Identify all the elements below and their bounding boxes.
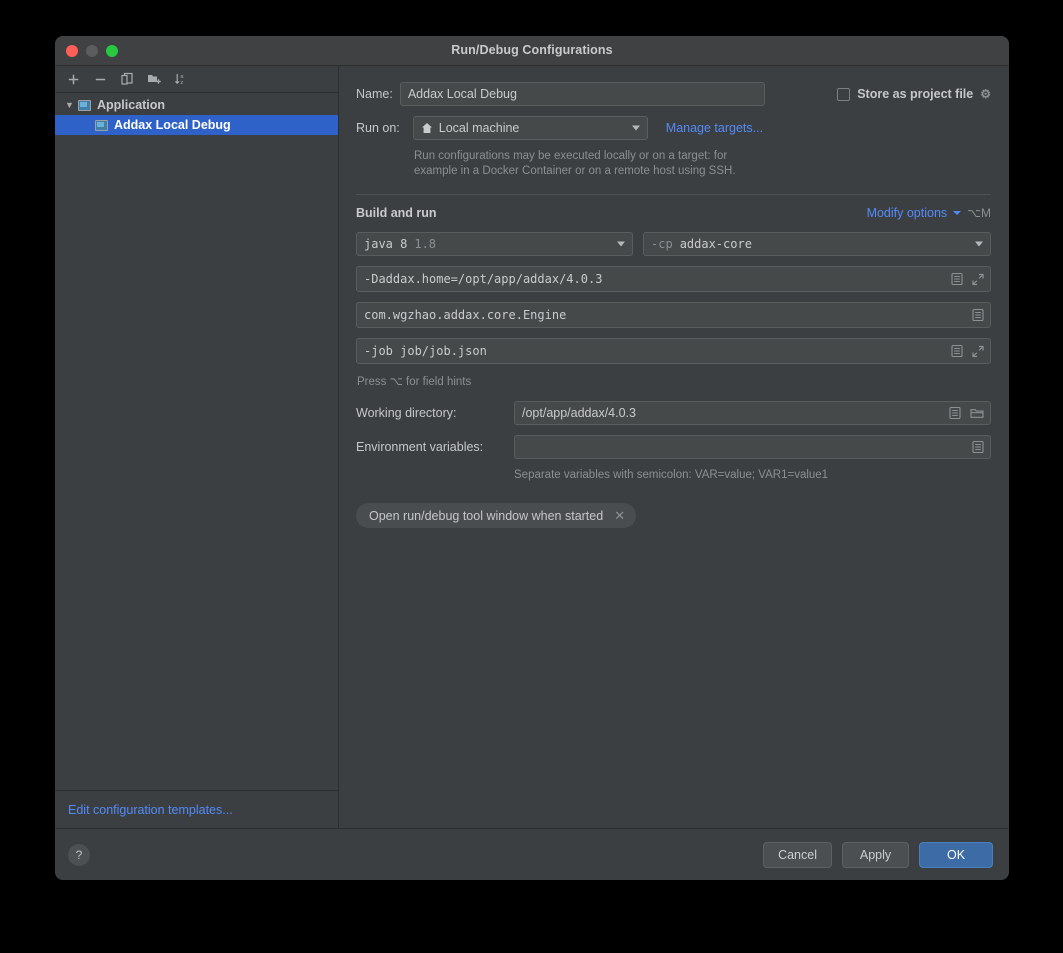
name-row: Name: Addax Local Debug Store as project… <box>356 82 991 106</box>
chevron-down-icon[interactable]: ▼ <box>63 100 76 110</box>
macro-list-icon[interactable] <box>951 273 963 286</box>
ok-button[interactable]: OK <box>919 842 993 868</box>
macro-list-icon[interactable] <box>972 309 984 322</box>
environment-variables-hint: Separate variables with semicolon: VAR=v… <box>514 469 991 481</box>
save-configuration-icon[interactable] <box>142 68 166 90</box>
cancel-button[interactable]: Cancel <box>763 842 832 868</box>
working-directory-actions <box>949 407 984 420</box>
add-configuration-button[interactable] <box>61 68 85 90</box>
environment-variables-row: Environment variables: <box>356 435 991 459</box>
build-and-run-header: Build and run Modify options ⌥M <box>356 206 991 220</box>
environment-variables-input[interactable] <box>514 435 991 459</box>
run-on-hint-line-1: Run configurations may be executed local… <box>414 149 991 164</box>
sidebar-item-addax-local-debug[interactable]: Addax Local Debug <box>55 115 338 135</box>
jdk-and-classpath-row: java 8 1.8 -cp addax-core <box>356 232 991 256</box>
program-arguments-input[interactable]: -job job/job.json <box>356 338 991 364</box>
vm-options-value: -Daddax.home=/opt/app/addax/4.0.3 <box>364 272 602 286</box>
vm-options-actions <box>951 273 984 286</box>
main-class-input[interactable]: com.wgzhao.addax.core.Engine <box>356 302 991 328</box>
tag-label: Open run/debug tool window when started <box>369 509 603 523</box>
options-tag-bar: Open run/debug tool window when started … <box>356 503 991 528</box>
working-directory-row: Working directory: /opt/app/addax/4.0.3 <box>356 401 991 425</box>
environment-variables-label: Environment variables: <box>356 440 514 454</box>
tree-group-application[interactable]: ▼ Application <box>55 95 338 115</box>
run-on-select[interactable]: Local machine <box>413 116 648 140</box>
manage-targets-link[interactable]: Manage targets... <box>666 121 763 135</box>
main-class-value: com.wgzhao.addax.core.Engine <box>364 308 566 322</box>
chevron-down-icon[interactable] <box>953 211 961 215</box>
tree-group-label: Application <box>97 98 165 112</box>
configuration-form: Name: Addax Local Debug Store as project… <box>339 66 1009 828</box>
jdk-name: java 8 <box>364 237 407 251</box>
chevron-down-icon[interactable] <box>975 242 983 247</box>
browse-folder-icon[interactable] <box>970 407 984 419</box>
name-label: Name: <box>356 87 393 101</box>
tree-item-label: Addax Local Debug <box>114 118 231 132</box>
macro-list-icon[interactable] <box>972 441 984 454</box>
modify-options-shortcut: ⌥M <box>967 206 991 220</box>
jdk-version: 1.8 <box>414 237 436 251</box>
program-arguments-actions <box>951 345 984 358</box>
environment-variables-actions <box>972 441 984 454</box>
jdk-select[interactable]: java 8 1.8 <box>356 232 633 256</box>
run-on-value: Local machine <box>439 121 520 135</box>
vm-options-input[interactable]: -Daddax.home=/opt/app/addax/4.0.3 <box>356 266 991 292</box>
field-hints-text: Press ⌥ for field hints <box>357 374 991 388</box>
run-debug-configurations-dialog: Run/Debug Configurations <box>55 36 1009 880</box>
copy-configuration-icon[interactable] <box>115 68 139 90</box>
main-class-actions <box>972 309 984 322</box>
build-and-run-title: Build and run <box>356 206 437 220</box>
macro-list-icon[interactable] <box>951 345 963 358</box>
classpath-prefix: -cp <box>651 237 673 251</box>
run-on-hint: Run configurations may be executed local… <box>414 149 991 179</box>
store-as-project-file-label: Store as project file <box>857 87 973 101</box>
sort-alphabetical-icon[interactable]: a z <box>169 68 193 90</box>
expand-editor-icon[interactable] <box>972 273 984 285</box>
home-icon <box>421 122 433 134</box>
remove-configuration-button[interactable] <box>88 68 112 90</box>
application-icon <box>78 100 91 111</box>
configurations-tree: ▼ Application Addax Local Debug <box>55 93 338 790</box>
expand-editor-icon[interactable] <box>972 345 984 357</box>
name-input[interactable]: Addax Local Debug <box>400 82 765 106</box>
dialog-body: a z ▼ Application Addax Local Debug Edit… <box>55 66 1009 828</box>
run-on-hint-line-2: example in a Docker Container or on a re… <box>414 164 991 179</box>
store-as-project-file-checkbox[interactable] <box>837 88 850 101</box>
modify-options-link[interactable]: Modify options <box>867 206 948 220</box>
sidebar-toolbar: a z <box>55 66 338 93</box>
help-button[interactable]: ? <box>68 844 90 866</box>
chevron-down-icon[interactable] <box>617 242 625 247</box>
open-run-debug-tool-window-tag[interactable]: Open run/debug tool window when started … <box>356 503 636 528</box>
window-title: Run/Debug Configurations <box>55 43 1009 57</box>
window-titlebar: Run/Debug Configurations <box>55 36 1009 66</box>
working-directory-input[interactable]: /opt/app/addax/4.0.3 <box>514 401 991 425</box>
store-as-project-file-group[interactable]: Store as project file ⚙ <box>837 87 991 101</box>
svg-text:z: z <box>180 80 183 86</box>
close-icon[interactable]: ✕ <box>614 508 625 524</box>
gear-icon[interactable]: ⚙ <box>980 87 991 101</box>
configurations-sidebar: a z ▼ Application Addax Local Debug Edit… <box>55 66 339 828</box>
modify-options-group[interactable]: Modify options ⌥M <box>867 206 991 220</box>
dialog-action-buttons: Cancel Apply OK <box>763 842 993 868</box>
classpath-module: addax-core <box>680 237 752 251</box>
program-arguments-value: -job job/job.json <box>364 344 487 358</box>
classpath-select[interactable]: -cp addax-core <box>643 232 991 256</box>
divider <box>356 194 991 195</box>
macro-list-icon[interactable] <box>949 407 961 420</box>
dialog-footer: ? Cancel Apply OK <box>55 828 1009 880</box>
edit-configuration-templates-link[interactable]: Edit configuration templates... <box>68 803 233 817</box>
run-on-row: Run on: Local machine Manage targets... <box>356 116 991 140</box>
sidebar-footer: Edit configuration templates... <box>55 790 338 828</box>
working-directory-label: Working directory: <box>356 406 514 420</box>
chevron-down-icon[interactable] <box>632 126 640 131</box>
run-on-label: Run on: <box>356 121 400 135</box>
working-directory-value: /opt/app/addax/4.0.3 <box>522 406 636 420</box>
application-icon <box>95 120 108 131</box>
apply-button[interactable]: Apply <box>842 842 909 868</box>
